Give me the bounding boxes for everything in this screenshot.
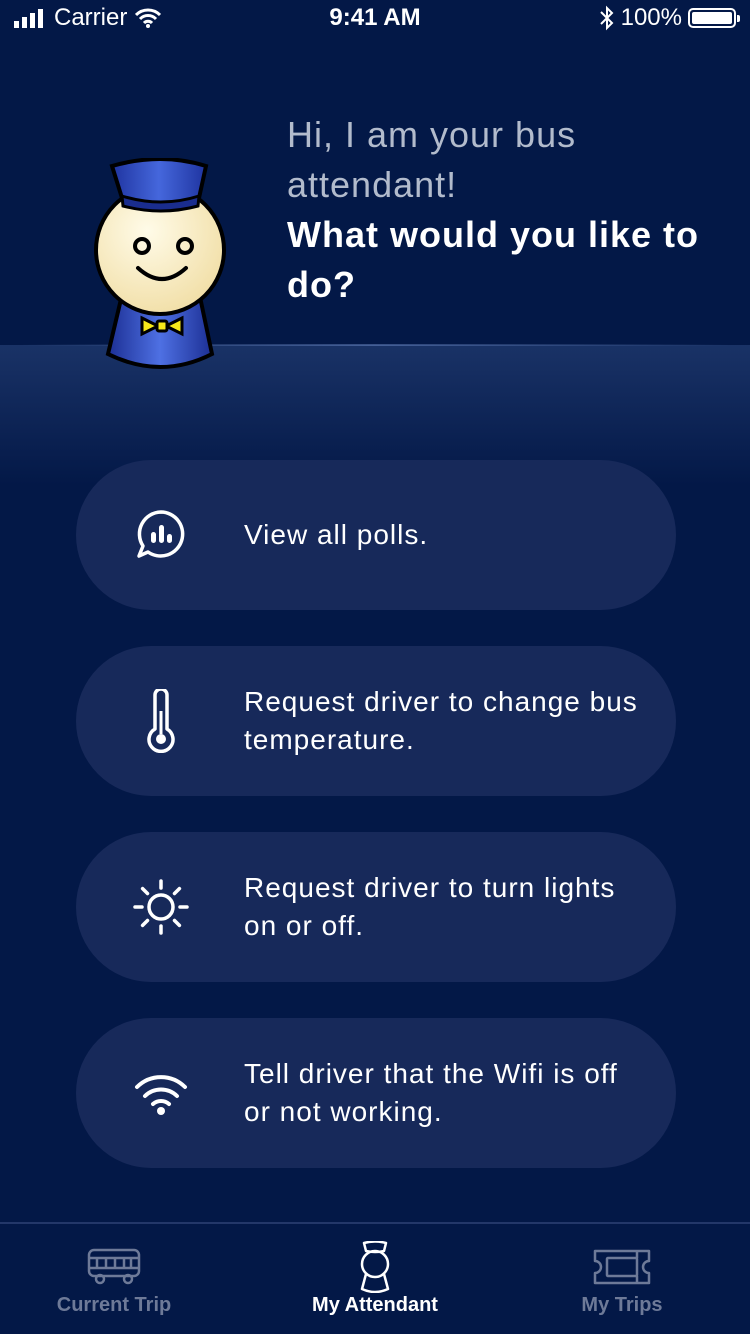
action-label: Request driver to change bus temperature… <box>244 686 638 755</box>
tab-label: My Attendant <box>312 1294 438 1316</box>
header: Hi, I am your bus attendant! What would … <box>0 60 750 485</box>
tab-label: Current Trip <box>56 1294 172 1316</box>
change-temperature-button[interactable]: Request driver to change bus temperature… <box>76 646 676 796</box>
tab-my-attendant[interactable]: My Attendant <box>250 1224 500 1334</box>
view-polls-button[interactable]: View all polls. <box>76 460 676 610</box>
action-label: Tell driver that the Wifi is off or not … <box>244 1058 618 1127</box>
action-label: Request driver to turn lights on or off. <box>244 872 616 941</box>
bus-attendant-mascot <box>94 158 226 369</box>
sun-icon <box>131 877 191 937</box>
tab-bar: Current Trip My Attendant My Trips <box>0 1222 750 1334</box>
poll-chat-icon <box>131 505 191 565</box>
battery-percent: 100% <box>620 4 682 31</box>
report-wifi-button[interactable]: Tell driver that the Wifi is off or not … <box>76 1018 676 1168</box>
status-bar: Carrier 9:41 AM 100% <box>0 0 750 40</box>
thermometer-icon <box>131 689 191 753</box>
bus-icon <box>0 1242 239 1292</box>
action-label: View all polls. <box>244 519 429 550</box>
tab-label: My Trips <box>581 1294 663 1316</box>
greeting-intro: Hi, I am your bus attendant! <box>287 114 577 205</box>
ticket-icon <box>497 1242 747 1292</box>
greeting: Hi, I am your bus attendant! What would … <box>287 110 707 310</box>
greeting-question: What would you like to do? <box>287 214 699 305</box>
battery-icon <box>688 8 740 28</box>
wifi-icon <box>131 1063 191 1123</box>
toggle-lights-button[interactable]: Request driver to turn lights on or off. <box>76 832 676 982</box>
tab-my-trips[interactable]: My Trips <box>497 1224 747 1334</box>
tab-current-trip[interactable]: Current Trip <box>0 1224 239 1334</box>
bluetooth-icon <box>599 5 614 31</box>
attendant-icon <box>250 1241 500 1293</box>
status-right: 100% <box>599 4 740 32</box>
